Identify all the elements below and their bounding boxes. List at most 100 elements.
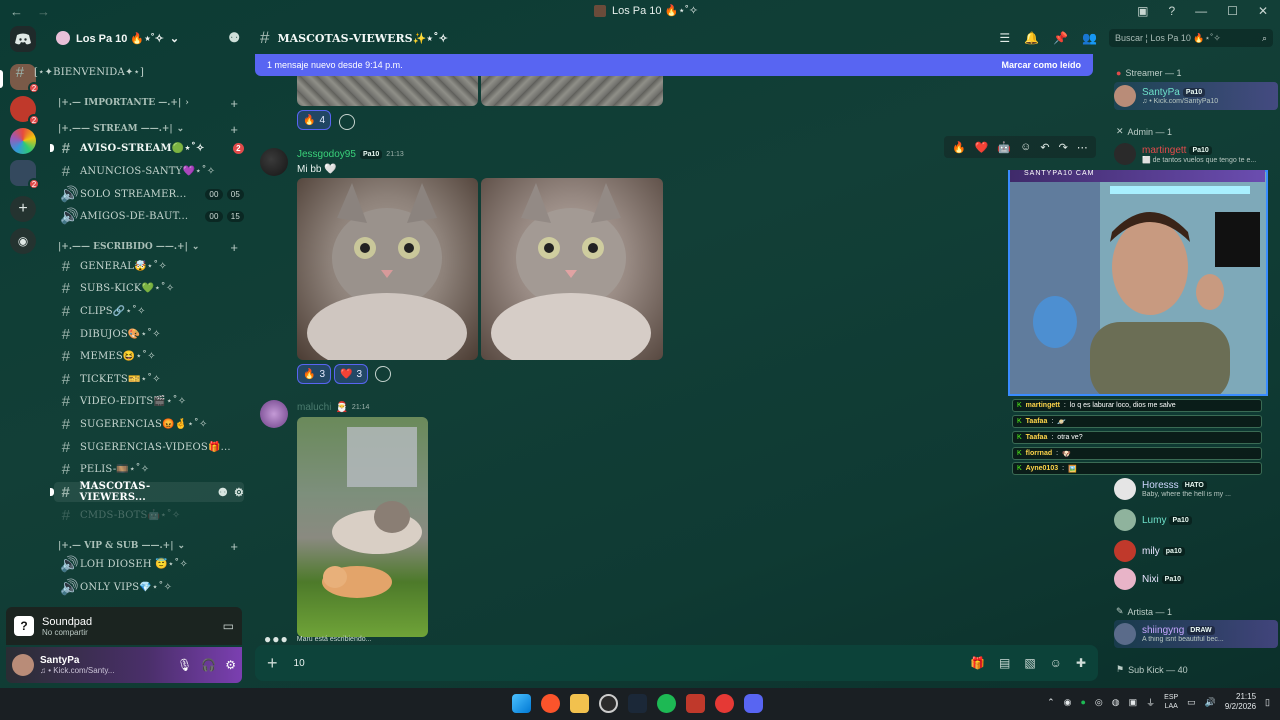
member-item[interactable]: shiingyng DRAW A thing isnt beautiful bec.… [1114, 620, 1278, 648]
voice-channel-solo-streamer[interactable]: 🔊 SOLO STREAMER... 00 05 [54, 184, 244, 204]
channel-sugerencias[interactable]: # SUGERENCIAS😡🤞⋆˚✧ [54, 414, 244, 434]
category-vip-sub[interactable]: |+.— VIP & SUB ——.+| ⌄ + [58, 538, 244, 554]
gift-icon[interactable]: 🎁 [970, 656, 985, 670]
quick-react-fire-icon[interactable]: 🔥 [952, 141, 966, 154]
reaction-fire[interactable]: 🔥 3 [297, 364, 332, 384]
spotify-icon[interactable] [657, 694, 676, 713]
add-server-button[interactable]: + [10, 196, 36, 222]
upload-plus-icon[interactable]: + [267, 653, 278, 674]
quick-react-heart-icon[interactable]: ❤️ [975, 141, 989, 154]
add-reaction-icon[interactable]: ☺ [1020, 141, 1031, 153]
new-messages-banner[interactable]: 1 mensaje nuevo desde 9:14 p.m. Marcar c… [255, 54, 1093, 76]
member-item[interactable]: Lumy Pa10 [1114, 506, 1278, 534]
voice-channel-loh-dioseh[interactable]: 🔊 LOH DIOSEH 😇⋆˚✧ [54, 554, 244, 574]
forward-icon[interactable]: ↷ [1059, 141, 1068, 154]
avatar[interactable] [12, 654, 34, 676]
avatar[interactable] [260, 148, 288, 176]
microphone-icon[interactable]: 🎙 [177, 658, 192, 672]
language-indicator[interactable]: ESP LAA [1164, 693, 1178, 711]
threads-icon[interactable]: ☰ [999, 31, 1010, 45]
pin-icon[interactable]: 📌 [1053, 31, 1068, 45]
attachment-image[interactable] [481, 76, 663, 106]
channel-memes[interactable]: # MEMES😆⋆˚✧ [54, 346, 244, 366]
member-item[interactable]: Horesss HATO Baby, where the hell is my ..… [1114, 475, 1278, 503]
message-composer[interactable]: + 10 🎁 ▤ ▧ ☺ ✚ [255, 645, 1098, 681]
invite-people-icon[interactable]: ⚉ [228, 30, 240, 46]
cat-photo-image[interactable] [481, 178, 663, 360]
server-icon-2[interactable]: 2 [10, 96, 40, 126]
spotify-tray-icon[interactable]: ● [1080, 697, 1085, 707]
member-item[interactable]: SantyPa Pa10 ♫ • Kick.com/SantyPa10 [1114, 82, 1278, 110]
emoji-icon[interactable]: ☺ [1050, 656, 1062, 670]
cat-photo-image[interactable] [297, 178, 478, 360]
message-input[interactable]: 10 [294, 658, 305, 669]
discover-button[interactable]: ◉ [10, 228, 36, 254]
volume-icon[interactable]: 🔊 [1205, 697, 1216, 708]
create-channel-icon[interactable]: + [230, 122, 238, 137]
member-item[interactable]: Nixi Pa10 [1114, 565, 1278, 593]
discord-home-button[interactable] [10, 26, 36, 52]
attachment-image[interactable] [297, 76, 478, 106]
member-item[interactable]: martingett Pa10 ⬜ de tantos vuelos que ten… [1114, 140, 1278, 168]
discord-taskbar-icon[interactable] [744, 694, 763, 713]
channel-mascotas-viewers[interactable]: # MASCOTAS-VIEWERS... ⚉ ⚙ [50, 481, 244, 503]
headphones-icon[interactable]: 🎧 [201, 658, 216, 672]
add-reaction-icon[interactable] [339, 114, 355, 130]
more-options-icon[interactable]: ⋯ [1077, 141, 1088, 154]
steam-tray-icon[interactable]: ◍ [1112, 697, 1120, 708]
discord-tray-icon[interactable]: ◉ [1064, 697, 1072, 708]
soundpad-activity[interactable]: ? Soundpad No compartir ▭ [6, 607, 242, 645]
screen-icon[interactable]: ▣ [1137, 4, 1148, 18]
channel-general[interactable]: # GENERAL🤯⋆˚✧ [54, 256, 244, 276]
channel-video-edits[interactable]: # VIDEO-EDITS🎬⋆˚✧ [54, 391, 244, 411]
minimize-button[interactable]: — [1195, 4, 1207, 18]
voice-channel-amigos-de-baut[interactable]: 🔊 AMIGOS-DE-BAUT... 00 15 [54, 206, 244, 226]
channel-clips[interactable]: # CLIPS🔗⋆˚✧ [54, 301, 244, 321]
brave-browser-icon[interactable] [541, 694, 560, 713]
apps-icon[interactable]: ✚ [1076, 656, 1086, 670]
channel-dibujos[interactable]: # DIBUJOS🎨⋆˚✧ [54, 324, 244, 344]
usb-icon[interactable]: ⏚ [1146, 696, 1155, 709]
server-icon-3[interactable] [10, 128, 36, 154]
steam-icon[interactable] [628, 694, 647, 713]
bell-icon[interactable]: 🔔 [1024, 31, 1039, 45]
channel-sugerencias-videos[interactable]: # SUGERENCIAS-VIDEOS🎁... [54, 437, 244, 457]
help-icon[interactable]: ? [1168, 4, 1175, 18]
maximize-button[interactable]: ☐ [1227, 4, 1238, 18]
gear-icon[interactable]: ⚙ [234, 486, 244, 499]
channel-anuncios-santy[interactable]: # ANUNCIOS-SANTY💜⋆˚✧ [54, 161, 244, 181]
member-list-icon[interactable]: 👥 [1082, 31, 1097, 45]
reaction-fire[interactable]: 🔥 4 [297, 110, 332, 130]
mark-as-read-button[interactable]: Marcar como leído [1001, 60, 1081, 70]
reply-icon[interactable]: ↶ [1040, 141, 1049, 154]
windows-start-icon[interactable] [512, 694, 531, 713]
dog-and-cat-photo-image[interactable] [297, 417, 428, 637]
tray-app-icon[interactable]: ▣ [1129, 697, 1138, 708]
quick-react-icon[interactable]: 🤖 [997, 141, 1011, 154]
author-name[interactable]: Jessgodoy95 [297, 149, 356, 160]
category-escribido[interactable]: |+.—— ESCRIBIDO ——.+| ⌄ + [58, 239, 244, 255]
close-button[interactable]: ✕ [1258, 4, 1268, 18]
add-reaction-icon[interactable] [375, 366, 391, 382]
avatar[interactable] [260, 400, 288, 428]
channel-aviso-stream[interactable]: # AVISO-STREAM🟢⋆˚✧ 2 [50, 138, 244, 158]
screen-share-icon[interactable]: ▭ [223, 619, 234, 633]
chevron-up-icon[interactable]: ⌃ [1047, 697, 1055, 708]
member-item[interactable]: mily pa10 [1114, 537, 1278, 565]
gear-icon[interactable]: ⚙ [225, 658, 236, 672]
channel-pelis[interactable]: # PELIS-🎞️⋆˚✧ [54, 459, 244, 479]
gif-icon[interactable]: ▤ [999, 656, 1010, 670]
author-name[interactable]: maluchi [297, 402, 331, 413]
reaction-heart[interactable]: ❤️ 3 [334, 364, 369, 384]
sticker-icon[interactable]: ▧ [1024, 656, 1035, 670]
channel-tickets[interactable]: # TICKETS🎫⋆˚✧ [54, 369, 244, 389]
media-player-icon[interactable] [715, 694, 734, 713]
voice-channel-only-vips[interactable]: 🔊 ONLY VIPS💎⋆˚✧ [54, 577, 244, 597]
tray-app-icon[interactable]: ◎ [1095, 697, 1103, 708]
clock[interactable]: 21:15 9/2/2026 [1225, 692, 1256, 712]
create-channel-icon[interactable]: + [230, 96, 238, 111]
forward-arrow-icon[interactable]: → [37, 4, 50, 19]
monitor-icon[interactable]: ▭ [1187, 697, 1196, 708]
create-channel-icon[interactable]: + [230, 539, 238, 554]
guild-header[interactable]: Los Pa 10 🔥⋆˚✧ ⌄ ⚉ [46, 22, 250, 54]
